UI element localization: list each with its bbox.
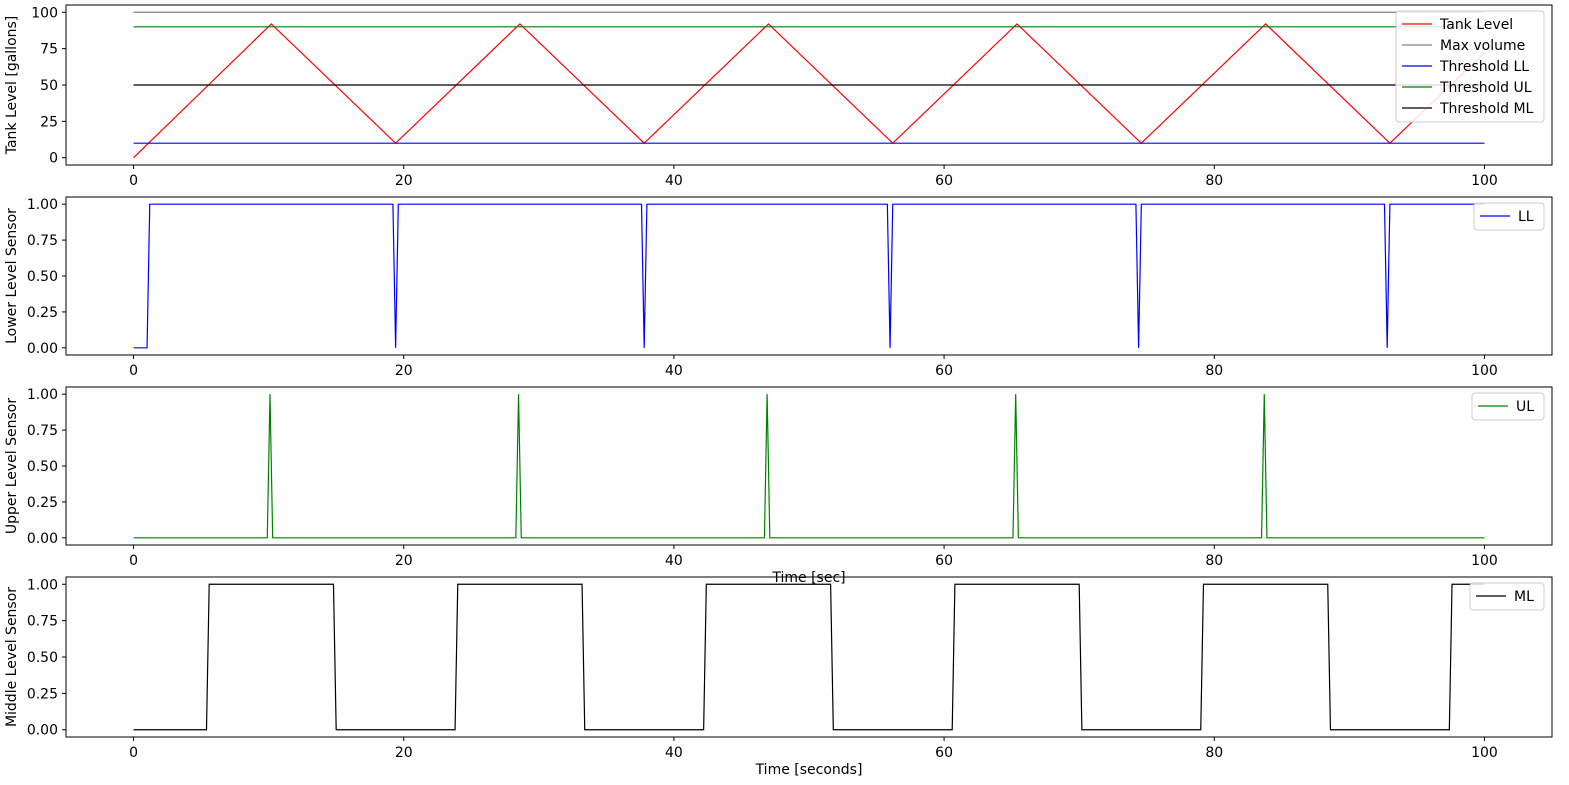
legend-entry: Max volume [1440, 38, 1525, 54]
y-tick-label: 100 [31, 5, 58, 21]
legend-entry: Threshold ML [1439, 101, 1534, 117]
x-tick-label: 0 [129, 745, 138, 761]
x-tick-label: 100 [1471, 363, 1498, 379]
legend-entry: LL [1518, 209, 1534, 225]
subplot-2: 0 20 40 60 80 100 0.00 0.25 0.50 0.75 1.00 Lower Le… [4, 196, 1553, 379]
series-line-tank-level [133, 23, 1485, 159]
legend-entry: Threshold UL [1439, 80, 1532, 96]
y-tick-label: 0 [49, 151, 58, 167]
x-tick-label: 40 [665, 745, 683, 761]
y-tick-label: 1.00 [27, 197, 58, 213]
x-tick-label: 40 [665, 553, 683, 569]
x-tick-label: 0 [129, 553, 138, 569]
x-tick-label: 60 [935, 553, 953, 569]
y-tick-label: 50 [40, 78, 58, 94]
y-tick-label: 0.00 [27, 723, 58, 739]
x-axis-label: Time [sec] [771, 570, 845, 586]
legend-entry: ML [1514, 589, 1534, 605]
y-axis-label: Lower Level Sensor [4, 208, 20, 344]
y-tick-label: 0.25 [27, 305, 58, 321]
series-line-ml [133, 583, 1485, 731]
y-tick-label: 0.75 [27, 614, 58, 630]
x-tick-label: 60 [935, 745, 953, 761]
legend-entry: Threshold LL [1439, 59, 1529, 75]
y-tick-label: 0.00 [27, 531, 58, 547]
figure: 0 20 40 60 80 100 0 25 50 75 100 Tank Level [gallon… [4, 4, 1553, 778]
x-tick-label: 100 [1471, 173, 1498, 189]
x-tick-label: 80 [1205, 363, 1223, 379]
legend: LL [1473, 202, 1545, 231]
y-tick-label: 0.75 [27, 423, 58, 439]
x-tick-label: 20 [395, 553, 413, 569]
y-axis-label: Middle Level Sensor [4, 587, 20, 727]
y-tick-label: 0.75 [27, 233, 58, 249]
axes-frame [65, 196, 1553, 356]
x-tick-label: 20 [395, 173, 413, 189]
subplot-4: 0 20 40 60 80 100 0.00 0.25 0.50 0.75 1.00 Middle L… [4, 576, 1553, 778]
x-tick-label: 80 [1205, 173, 1223, 189]
x-tick-label: 0 [129, 363, 138, 379]
y-tick-label: 25 [40, 114, 58, 130]
subplot-3: 0 20 40 60 80 100 0.00 0.25 0.50 0.75 1.00 Upper Le… [4, 386, 1553, 586]
legend-entry: UL [1516, 399, 1534, 415]
y-tick-label: 0.00 [27, 341, 58, 357]
y-tick-label: 1.00 [27, 577, 58, 593]
x-axis-label: Time [seconds] [755, 762, 863, 778]
y-axis-label: Tank Level [gallons] [4, 16, 20, 156]
x-tick-label: 80 [1205, 553, 1223, 569]
series-line-ll [133, 203, 1485, 349]
y-tick-label: 0.50 [27, 269, 58, 285]
y-tick-label: 75 [40, 42, 58, 58]
x-tick-label: 0 [129, 173, 138, 189]
x-tick-label: 20 [395, 745, 413, 761]
series-line-ul [133, 394, 1485, 539]
x-tick-label: 40 [665, 363, 683, 379]
x-tick-label: 100 [1471, 745, 1498, 761]
x-tick-label: 60 [935, 173, 953, 189]
legend-entry: Tank Level [1439, 17, 1513, 33]
y-tick-label: 0.50 [27, 459, 58, 475]
x-tick-label: 40 [665, 173, 683, 189]
legend: UL [1471, 392, 1545, 421]
axes-frame [65, 386, 1553, 546]
x-tick-label: 60 [935, 363, 953, 379]
legend: Tank Level Max volume Threshold LL Threshol… [1395, 10, 1545, 123]
x-tick-label: 100 [1471, 553, 1498, 569]
y-tick-label: 1.00 [27, 387, 58, 403]
y-axis-label: Upper Level Sensor [4, 398, 20, 534]
y-tick-label: 0.50 [27, 650, 58, 666]
legend: ML [1469, 582, 1545, 611]
y-tick-label: 0.25 [27, 495, 58, 511]
y-tick-label: 0.25 [27, 686, 58, 702]
x-tick-label: 20 [395, 363, 413, 379]
x-tick-label: 80 [1205, 745, 1223, 761]
subplot-1: 0 20 40 60 80 100 0 25 50 75 100 Tank Level [gallon… [4, 4, 1553, 189]
